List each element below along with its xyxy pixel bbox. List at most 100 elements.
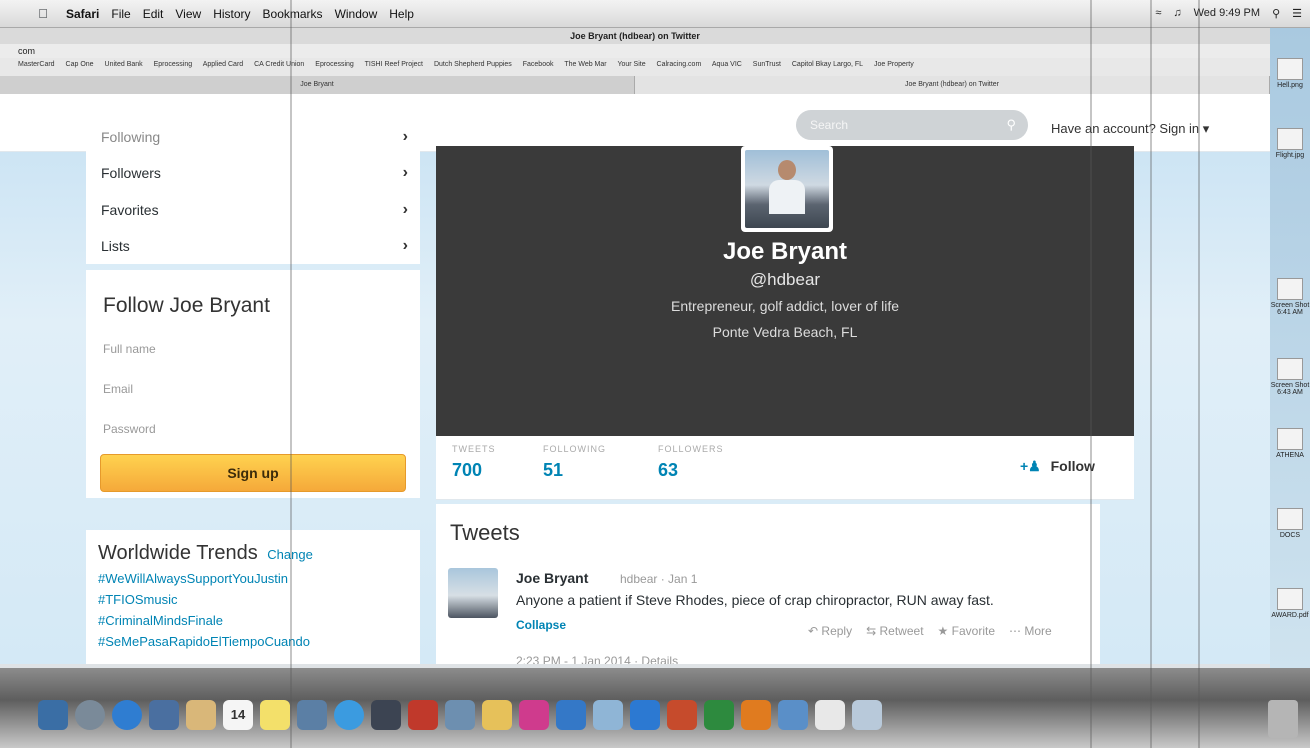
desktop-file[interactable]: Hell.png	[1270, 58, 1310, 89]
tweet-timestamp[interactable]: 2:23 PM - 1 Jan 2014 · Details	[516, 654, 678, 664]
stat-tweets-label: TWEETS	[452, 444, 496, 454]
launchpad-icon[interactable]	[75, 700, 105, 730]
bookmark-item[interactable]: Eprocessing	[315, 61, 354, 68]
bookmark-item[interactable]: Capitol Bkay Largo, FL	[792, 61, 863, 68]
trend-item[interactable]: #SeMePasaRapidoElTiempoCuando	[98, 634, 408, 649]
preview-icon[interactable]	[445, 700, 475, 730]
bookmark-item[interactable]: The Web Mar	[564, 61, 606, 68]
reply-icon: ↶	[808, 624, 819, 638]
tab-twitter-profile[interactable]: Joe Bryant (hdbear) on Twitter	[635, 76, 1270, 94]
volume-icon[interactable]: ♫	[1173, 7, 1181, 20]
bookmark-item[interactable]: CA Credit Union	[254, 61, 304, 68]
profile-avatar[interactable]	[741, 146, 833, 232]
itunes-icon[interactable]	[519, 700, 549, 730]
retweet-button[interactable]: ⇆ Retweet	[866, 624, 923, 638]
powerpoint-icon[interactable]	[667, 700, 697, 730]
follow-button[interactable]: +♟ Follow	[1020, 458, 1095, 475]
desktop-file[interactable]: Flight.jpg	[1270, 128, 1310, 159]
tweet-actions: ↶ Reply ⇆ Retweet ★ Favorite ⋯ More	[808, 624, 1052, 638]
mail-icon[interactable]	[149, 700, 179, 730]
app-icon[interactable]	[778, 700, 808, 730]
menu-window[interactable]: Window	[335, 7, 378, 21]
address-bar[interactable]: com	[0, 44, 1270, 58]
favorite-button[interactable]: ★ Favorite	[938, 624, 995, 638]
bookmark-item[interactable]: Cap One	[66, 61, 94, 68]
stat-followers[interactable]: FOLLOWERS 63	[658, 444, 724, 481]
list-icon[interactable]: ☰	[1292, 7, 1302, 20]
search-icon[interactable]: ⚲	[1006, 117, 1016, 133]
bookmark-item[interactable]: SunTrust	[753, 61, 781, 68]
sign-up-button[interactable]: Sign up	[100, 454, 406, 492]
menu-file[interactable]: File	[111, 7, 130, 21]
stat-followers-label: FOLLOWERS	[658, 444, 724, 454]
menubar-clock[interactable]: Wed 9:49 PM	[1194, 7, 1260, 20]
migration-icon[interactable]	[593, 700, 623, 730]
bookmark-item[interactable]: Facebook	[523, 61, 554, 68]
trend-item[interactable]: #WeWillAlwaysSupportYouJustin	[98, 571, 408, 586]
nav-favorites[interactable]: Favorites ›	[101, 195, 408, 225]
reminders-icon[interactable]	[297, 700, 327, 730]
menu-history[interactable]: History	[213, 7, 250, 21]
calendar-icon[interactable]: 14	[223, 700, 253, 730]
nav-lists[interactable]: Lists ›	[101, 231, 408, 261]
search-input[interactable]: Search ⚲	[796, 110, 1028, 140]
email-field[interactable]: Email	[103, 374, 403, 404]
menu-view[interactable]: View	[175, 7, 201, 21]
more-button[interactable]: ⋯ More	[1009, 624, 1052, 638]
reply-button[interactable]: ↶ Reply	[808, 624, 852, 638]
apple-icon[interactable]: 	[32, 6, 54, 21]
retweet-icon: ⇆	[866, 624, 877, 638]
desktop-file[interactable]: ATHENA	[1270, 428, 1310, 459]
sign-in-link[interactable]: Have an account? Sign in ▾	[1051, 121, 1209, 137]
bookmark-item[interactable]: Dutch Shepherd Puppies	[434, 61, 512, 68]
tab-joe-bryant[interactable]: Joe Bryant	[0, 76, 635, 94]
wifi-icon[interactable]: ≈	[1155, 7, 1161, 20]
bookmark-item[interactable]: Your Site	[617, 61, 645, 68]
menu-edit[interactable]: Edit	[143, 7, 164, 21]
desktop-file[interactable]: AWARD.pdf	[1270, 588, 1310, 619]
menu-safari[interactable]: Safari	[66, 7, 99, 21]
desktop-file[interactable]: Screen Shot 6:43 AM	[1270, 358, 1310, 396]
app-store-icon[interactable]	[556, 700, 586, 730]
bookmark-item[interactable]: TISHI Reef Project	[365, 61, 423, 68]
trash-icon[interactable]	[1268, 700, 1298, 738]
word-icon[interactable]	[630, 700, 660, 730]
desktop-file[interactable]: Screen Shot 6:41 AM	[1270, 278, 1310, 316]
nav-followers[interactable]: Followers ›	[101, 158, 408, 188]
desktop-file[interactable]: DOCS	[1270, 508, 1310, 539]
trend-item[interactable]: #TFIOSmusic	[98, 592, 408, 607]
tweet-avatar[interactable]	[448, 568, 498, 618]
preview-doc-icon[interactable]	[852, 700, 882, 730]
menu-help[interactable]: Help	[389, 7, 414, 21]
nav-following[interactable]: Following ›	[101, 122, 408, 152]
nav-followers-label: Followers	[101, 165, 161, 181]
excel-icon[interactable]	[704, 700, 734, 730]
messages-icon[interactable]	[334, 700, 364, 730]
bookmark-item[interactable]: Joe Property	[874, 61, 914, 68]
full-name-field[interactable]: Full name	[103, 334, 403, 364]
stat-tweets[interactable]: TWEETS 700	[452, 444, 496, 481]
contacts-icon[interactable]	[186, 700, 216, 730]
desktop-icons: Hell.png Flight.jpg Screen Shot 6:41 AM …	[1270, 28, 1310, 668]
password-field[interactable]: Password	[103, 414, 403, 444]
bookmark-item[interactable]: Calracing.com	[657, 61, 702, 68]
tweet-author[interactable]: Joe Bryant	[516, 570, 588, 586]
bookmark-item[interactable]: Applied Card	[203, 61, 243, 68]
document-icon[interactable]	[815, 700, 845, 730]
facetime-icon[interactable]	[371, 700, 401, 730]
photo-booth-icon[interactable]	[408, 700, 438, 730]
bookmark-item[interactable]: MasterCard	[18, 61, 55, 68]
finder-icon[interactable]	[38, 700, 68, 730]
stat-following[interactable]: FOLLOWING 51	[543, 444, 606, 481]
tweet-collapse-link[interactable]: Collapse	[516, 618, 566, 632]
safari-icon[interactable]	[112, 700, 142, 730]
menu-bookmarks[interactable]: Bookmarks	[263, 7, 323, 21]
pages-icon[interactable]	[482, 700, 512, 730]
bookmark-item[interactable]: Aqua VIC	[712, 61, 742, 68]
bookmark-item[interactable]: Eprocessing	[154, 61, 193, 68]
bookmark-item[interactable]: United Bank	[105, 61, 143, 68]
spotlight-icon[interactable]: ⚲	[1272, 7, 1280, 20]
trend-item[interactable]: #CriminalMindsFinale	[98, 613, 408, 628]
notes-icon[interactable]	[260, 700, 290, 730]
outlook-icon[interactable]	[741, 700, 771, 730]
